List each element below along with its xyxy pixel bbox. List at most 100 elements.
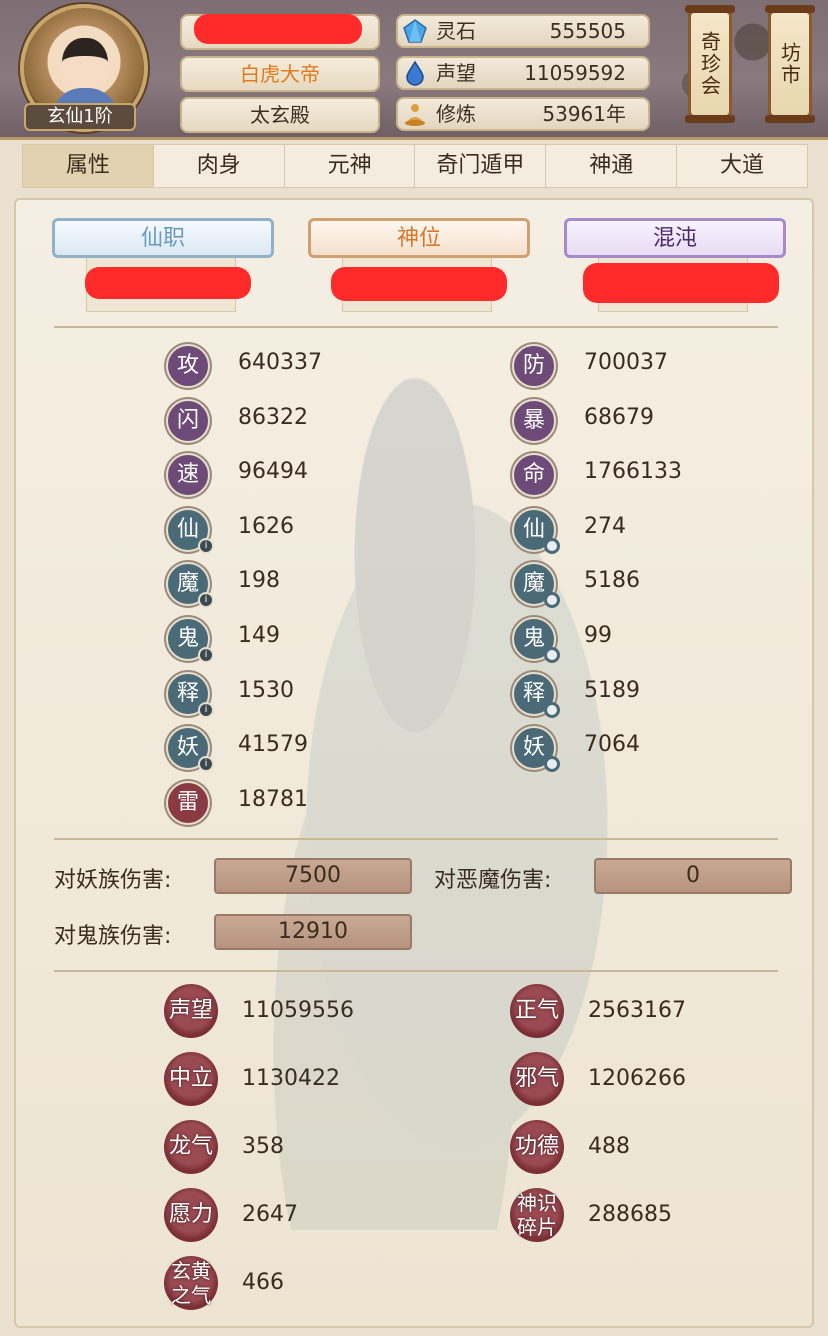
misc-stat-value: 288685 — [588, 1202, 672, 1227]
resource-value: 11059592 — [524, 61, 626, 85]
damage-vs-demon-value: 7500 — [214, 858, 412, 894]
misc-stat-badge: 中立 — [164, 1052, 218, 1106]
info-icon[interactable]: i — [198, 647, 214, 663]
market-lantern-button[interactable]: 坊市 — [765, 5, 815, 123]
misc-stat-badge: 神识碎片 — [510, 1188, 564, 1242]
immortal-post-card — [85, 256, 251, 312]
tab-spirit[interactable]: 元神 — [285, 145, 416, 187]
stat-row: 仙 i 1626 — [166, 507, 466, 554]
stat-value: 7064 — [584, 732, 640, 758]
stat-value: 86322 — [238, 404, 308, 430]
misc-stat-row: 声望 11059556 — [164, 984, 464, 1040]
tab-dao[interactable]: 大道 — [677, 145, 807, 187]
redacted-rank — [331, 267, 507, 301]
tab-body[interactable]: 肉身 — [154, 145, 285, 187]
stat-value: 640337 — [238, 350, 322, 375]
stat-value: 18781 — [238, 786, 308, 812]
tab-powers[interactable]: 神通 — [546, 145, 678, 187]
misc-stat-badge: 愿力 — [164, 1188, 218, 1242]
ring-icon — [544, 701, 560, 718]
misc-stat-row: 中立 1130422 — [164, 1052, 464, 1108]
stat-badge: 速 — [166, 453, 210, 498]
stat-row: 攻 640337 — [166, 344, 466, 388]
stat-row: 魔 5186 — [512, 562, 812, 609]
info-icon[interactable]: i — [198, 701, 214, 718]
tab-qimen[interactable]: 奇门遁甲 — [415, 145, 547, 187]
stat-row: 防 700037 — [512, 344, 812, 388]
info-icon[interactable]: i — [198, 537, 214, 554]
stat-badge: 攻 — [166, 344, 210, 388]
stat-value: 274 — [584, 513, 626, 539]
stat-value: 96494 — [238, 459, 308, 485]
resource-label: 声望 — [436, 61, 476, 85]
damage-vs-ghost-value: 12910 — [214, 914, 412, 950]
cultivation-meditate-icon — [402, 101, 428, 127]
misc-stat-row: 愿力 2647 — [164, 1188, 464, 1244]
ring-icon — [544, 537, 560, 554]
ring-icon — [544, 756, 560, 773]
chaos-button[interactable]: 混沌 — [564, 218, 786, 258]
stat-value: 149 — [238, 623, 280, 648]
stat-row: 释 i 1530 — [166, 671, 466, 718]
resource-label: 灵石 — [436, 19, 476, 43]
reputation-drop-icon — [402, 60, 428, 86]
stat-row: 仙 274 — [512, 507, 812, 554]
stat-row: 释 5189 — [512, 671, 812, 718]
divider — [54, 838, 778, 840]
damage-vs-ghost-label: 对鬼族伤害: — [54, 924, 172, 949]
misc-stat-badge: 玄黄之气 — [164, 1256, 218, 1310]
stat-value: 5189 — [584, 677, 640, 703]
info-icon[interactable]: i — [198, 592, 214, 609]
divider — [54, 970, 778, 972]
divine-rank-button[interactable]: 神位 — [308, 218, 530, 258]
stat-badge: 防 — [512, 344, 556, 388]
stat-row: 雷 18781 — [166, 780, 466, 825]
stat-value: 41579 — [238, 732, 308, 758]
ring-icon — [544, 647, 560, 663]
divine-rank-card — [331, 256, 507, 312]
player-sect: 太玄殿 — [180, 97, 380, 133]
misc-stat-badge: 龙气 — [164, 1120, 218, 1174]
tab-attributes[interactable]: 属性 — [23, 145, 154, 187]
stat-badge: 命 — [512, 453, 556, 498]
top-header: 玄仙1阶 白虎大帝 太玄殿 灵石 555505 声望 11059592 修炼 5… — [0, 0, 828, 140]
redacted-chaos — [583, 263, 779, 303]
misc-stat-row: 龙气 358 — [164, 1120, 464, 1176]
divider — [54, 326, 778, 328]
player-title: 白虎大帝 — [180, 56, 380, 92]
damage-vs-devil-label: 对恶魔伤害: — [434, 868, 552, 893]
resource-spirit-stone: 灵石 555505 — [396, 14, 650, 48]
avatar-face — [62, 38, 108, 92]
resource-reputation: 声望 11059592 — [396, 56, 650, 90]
stat-value: 1626 — [238, 513, 294, 539]
stat-badge: 闪 — [166, 398, 210, 443]
misc-stat-value: 11059556 — [242, 998, 354, 1023]
redacted-post — [85, 267, 251, 299]
misc-stat-value: 2647 — [242, 1202, 298, 1227]
stat-row: 闪 86322 — [166, 398, 466, 443]
misc-stat-value: 466 — [242, 1270, 284, 1295]
stat-row: 妖 7064 — [512, 726, 812, 773]
resource-label: 修炼 — [436, 102, 476, 126]
stat-row: 暴 68679 — [512, 398, 812, 443]
misc-stat-badge: 功德 — [510, 1120, 564, 1174]
rank-badge: 玄仙1阶 — [24, 103, 136, 131]
misc-stat-row: 正气 2563167 — [510, 984, 810, 1040]
stat-value: 68679 — [584, 404, 654, 430]
info-icon[interactable]: i — [198, 756, 214, 773]
stat-badge: 暴 — [512, 398, 556, 443]
redacted-name — [194, 14, 362, 44]
misc-stat-value: 358 — [242, 1134, 284, 1159]
stat-row: 命 1766133 — [512, 453, 812, 498]
misc-stat-badge: 声望 — [164, 984, 218, 1038]
stat-value: 5186 — [584, 568, 640, 594]
immortal-post-button[interactable]: 仙职 — [52, 218, 274, 258]
spirit-stone-icon — [402, 18, 428, 44]
damage-vs-devil-value: 0 — [594, 858, 792, 894]
stat-row: 鬼 99 — [512, 617, 812, 663]
treasure-fair-lantern-button[interactable]: 奇珍会 — [685, 5, 735, 123]
category-tabs: 属性 肉身 元神 奇门遁甲 神通 大道 — [22, 144, 808, 188]
misc-stat-value: 2563167 — [588, 998, 686, 1023]
resource-cultivation: 修炼 53961年 — [396, 97, 650, 131]
ring-icon — [544, 592, 560, 609]
